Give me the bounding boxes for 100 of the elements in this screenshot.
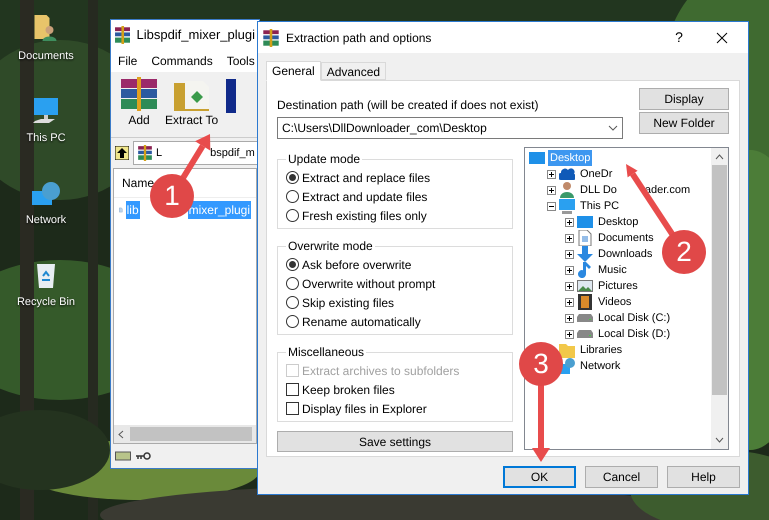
tree-item[interactable]: Network xyxy=(578,358,622,374)
scroll-up-icon xyxy=(715,154,724,160)
option-label: Display files in Explorer xyxy=(302,400,427,418)
radio-button[interactable] xyxy=(286,190,299,203)
tree-item[interactable]: Music xyxy=(596,262,629,278)
tree-item[interactable]: ader.com xyxy=(642,182,692,198)
user-folder-icon[interactable] xyxy=(34,14,58,42)
option-label: Extract and update files xyxy=(302,188,428,206)
network-icon[interactable] xyxy=(32,182,60,206)
option-label: Extract and replace files xyxy=(302,170,430,186)
tree-item[interactable]: This PC xyxy=(578,198,622,214)
toolbar-button[interactable]: Extract To xyxy=(165,81,218,129)
tree-item[interactable]: OneDr xyxy=(578,166,614,182)
expand-icon[interactable] xyxy=(565,218,574,226)
tree-item[interactable]: Pictures xyxy=(596,278,640,294)
group-title: Miscellaneous xyxy=(287,344,366,361)
folder-icon xyxy=(174,81,210,111)
menu-item[interactable]: File xyxy=(118,52,138,70)
radio-button[interactable] xyxy=(286,258,299,271)
group-title: Overwrite mode xyxy=(287,238,374,255)
vertical-scrollbar[interactable] xyxy=(711,148,728,449)
radio-button[interactable] xyxy=(286,277,299,290)
menu-item[interactable]: Tools xyxy=(226,52,255,70)
group-title: Update mode xyxy=(287,151,362,168)
drive-icon xyxy=(577,330,593,338)
icon-label[interactable]: Recycle Bin xyxy=(16,294,76,310)
annotation-arrow xyxy=(179,134,211,181)
tree-item[interactable]: Desktop xyxy=(596,214,640,230)
up-arrow-icon xyxy=(115,146,129,160)
recycle-bin-icon[interactable] xyxy=(36,264,55,288)
expand-icon[interactable] xyxy=(565,266,574,274)
option-label: Extract archives to subfolders xyxy=(302,362,460,380)
books-icon xyxy=(121,77,157,111)
cloud-icon xyxy=(559,166,575,182)
tab[interactable]: Advanced xyxy=(320,62,386,80)
dropdown-icon xyxy=(608,125,618,131)
expand-icon[interactable] xyxy=(565,298,574,306)
music-note-icon xyxy=(577,262,593,278)
toolbar-button[interactable]: Add xyxy=(121,77,157,129)
dialog-button[interactable]: OK xyxy=(503,466,576,488)
computer-icon[interactable] xyxy=(33,98,59,124)
dialog-button[interactable]: Help xyxy=(667,466,740,488)
dialog-button[interactable]: Cancel xyxy=(585,466,658,488)
tree-item[interactable]: Videos xyxy=(596,294,634,310)
key-icon xyxy=(135,451,151,461)
menu-item[interactable]: Commands xyxy=(151,52,213,70)
dialog-title: Extraction path and options xyxy=(286,30,432,46)
expand-icon[interactable] xyxy=(565,314,574,322)
option-label: Fresh existing files only xyxy=(302,208,427,224)
radio-button[interactable] xyxy=(286,171,299,184)
up-folder-button[interactable] xyxy=(115,143,129,163)
expand-icon[interactable] xyxy=(565,234,574,242)
collapse-icon[interactable] xyxy=(547,202,556,210)
option-label: Overwrite without prompt xyxy=(302,276,436,292)
books-icon xyxy=(137,145,153,161)
side-button[interactable]: New Folder xyxy=(639,112,729,134)
expand-icon[interactable] xyxy=(547,170,556,178)
radio-button[interactable] xyxy=(286,315,299,328)
save-settings-button[interactable]: Save settings xyxy=(277,431,513,452)
tree-item[interactable]: Downloads xyxy=(596,246,654,262)
horizontal-scrollbar[interactable] xyxy=(114,425,256,443)
tree-item[interactable]: Local Disk (C:) xyxy=(596,310,672,326)
scroll-down-icon xyxy=(715,437,724,443)
drive-icon xyxy=(577,314,593,322)
option-label: Ask before overwrite xyxy=(302,256,412,274)
expand-icon[interactable] xyxy=(565,330,574,338)
checkbox[interactable] xyxy=(286,383,299,396)
radio-button[interactable] xyxy=(286,296,299,309)
path-field[interactable]: L bspdif_m xyxy=(133,141,259,165)
tab[interactable]: General xyxy=(266,61,321,81)
icon-label[interactable]: This PC xyxy=(26,130,66,146)
checkbox[interactable] xyxy=(286,402,299,415)
desktop-icon xyxy=(577,214,593,230)
document-icon xyxy=(577,230,593,246)
side-button[interactable]: Display xyxy=(639,88,729,110)
icon-label[interactable]: Network xyxy=(26,212,66,228)
close-icon xyxy=(716,32,728,44)
expand-icon[interactable] xyxy=(565,250,574,258)
destination-path-field[interactable]: C:\Users\DllDownloader_com\Desktop xyxy=(277,117,623,139)
tree-item[interactable]: Documents xyxy=(596,230,656,246)
desktop-icon xyxy=(529,150,545,166)
folder-icon xyxy=(559,342,575,358)
computer-icon xyxy=(559,198,575,214)
window-title: Libspdif_mixer_plugi xyxy=(136,26,255,44)
tree-item[interactable]: DLL Do xyxy=(578,182,619,198)
expand-icon[interactable] xyxy=(565,282,574,290)
expand-icon[interactable] xyxy=(547,186,556,194)
book-icon xyxy=(226,79,236,113)
film-icon xyxy=(577,294,593,310)
drive-icon xyxy=(115,451,131,461)
tree-item[interactable]: Local Disk (D:) xyxy=(596,326,672,342)
image-icon xyxy=(577,278,593,294)
books-icon xyxy=(115,26,130,44)
radio-button[interactable] xyxy=(286,209,299,222)
icon-label[interactable]: Documents xyxy=(18,48,74,64)
option-label: Keep broken files xyxy=(302,382,395,398)
destination-label: Destination path (will be created if does not exist) xyxy=(277,97,540,114)
help-button[interactable]: ? xyxy=(664,27,694,48)
tree-item[interactable]: Libraries xyxy=(578,342,624,358)
user-icon xyxy=(559,182,575,198)
